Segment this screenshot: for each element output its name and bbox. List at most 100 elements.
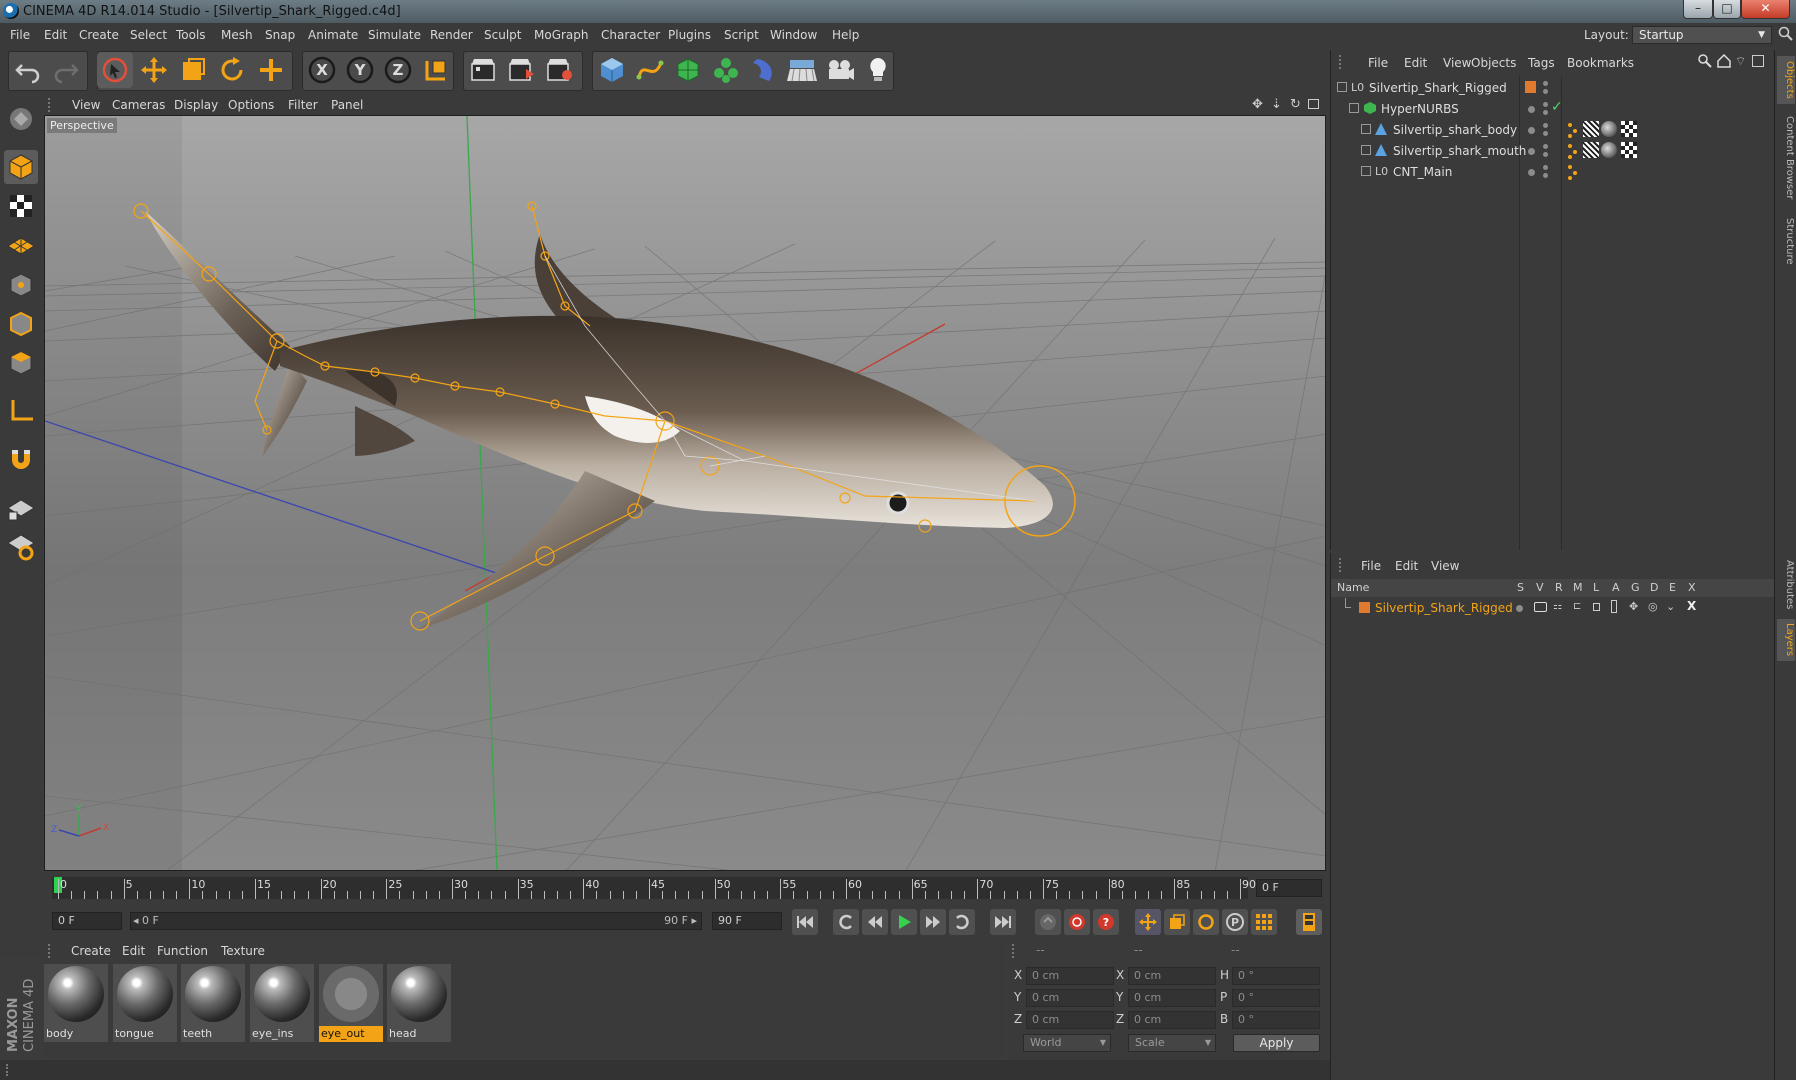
coordinate-mode-dropdown[interactable]: Scale ▼ [1128, 1034, 1216, 1052]
xref-toggle-icon[interactable]: X [1687, 599, 1696, 613]
eye-icon[interactable] [1534, 602, 1547, 612]
rotation-p-field[interactable]: 0 ° [1232, 989, 1320, 1007]
material-menu-function[interactable]: Function [157, 944, 208, 958]
material-menu-create[interactable]: Create [71, 944, 111, 958]
layer-menu-view[interactable]: View [1431, 559, 1459, 573]
current-frame-field[interactable]: 0 F [1256, 879, 1322, 897]
light-icon[interactable] [860, 52, 896, 88]
viewport-dolly-icon[interactable]: ⇣ [1271, 97, 1282, 112]
object-menu-objects[interactable]: Objects [1471, 56, 1516, 70]
menu-file[interactable]: File [10, 28, 30, 42]
layer-menu-edit[interactable]: Edit [1395, 559, 1418, 573]
tab-attributes[interactable]: Attributes [1777, 555, 1795, 615]
add-icon[interactable] [253, 52, 289, 88]
layer-menu-file[interactable]: File [1361, 559, 1381, 573]
minimize-button[interactable]: – [1683, 0, 1713, 19]
size-x-field[interactable]: 0 cm [1128, 967, 1216, 985]
axis-mode-icon[interactable] [4, 394, 38, 428]
close-button[interactable]: ✕ [1741, 0, 1790, 19]
points-mode-icon[interactable] [4, 268, 38, 302]
menu-snap[interactable]: Snap [265, 28, 295, 42]
menu-character[interactable]: Character [601, 28, 660, 42]
edges-mode-icon[interactable] [4, 307, 38, 341]
skin-tag-icon[interactable] [1583, 121, 1599, 137]
weight-tag-icon[interactable] [1567, 122, 1581, 141]
goto-next-key-icon[interactable] [949, 909, 975, 935]
material-swatch[interactable]: tongue [113, 964, 177, 1042]
start-frame-field[interactable]: 0 F [52, 912, 122, 930]
size-y-field[interactable]: 0 cm [1128, 989, 1216, 1007]
menu-window[interactable]: Window [770, 28, 817, 42]
menu-render[interactable]: Render [430, 28, 473, 42]
goto-end-icon[interactable] [990, 909, 1016, 935]
material-swatch[interactable]: head [387, 964, 451, 1042]
position-z-field[interactable]: 0 cm [1026, 1011, 1114, 1029]
material-tag-icon[interactable] [1601, 121, 1617, 137]
weight-tag-icon[interactable] [1567, 164, 1581, 183]
key-rotation-icon[interactable] [1193, 909, 1219, 935]
z-axis-icon[interactable]: Z [380, 52, 416, 88]
nurbs-icon[interactable] [670, 52, 706, 88]
tab-structure[interactable]: Structure [1777, 212, 1795, 270]
viewport-menu-options[interactable]: Options [228, 98, 274, 112]
grip-icon[interactable] [1339, 55, 1347, 69]
maximize-button[interactable]: □ [1713, 0, 1741, 19]
object-menu-edit[interactable]: Edit [1404, 56, 1427, 70]
menu-tools[interactable]: Tools [176, 28, 206, 42]
material-swatch[interactable]: eye_out [319, 964, 383, 1042]
locked-workplane-icon[interactable] [4, 529, 38, 563]
position-y-field[interactable]: 0 cm [1026, 989, 1114, 1007]
object-row[interactable]: Silvertip_shark_body [1331, 120, 1775, 141]
search-icon[interactable] [1698, 54, 1712, 71]
menu-script[interactable]: Script [724, 28, 759, 42]
panel-maximize-icon[interactable] [1752, 55, 1764, 67]
workplane-icon[interactable] [4, 228, 38, 262]
render-toggle-icon[interactable]: ⚏ [1553, 601, 1562, 612]
viewport-menu-filter[interactable]: Filter [288, 98, 318, 112]
deformer-icon[interactable] [746, 52, 782, 88]
layer-row[interactable]: Silvertip_Shark_Rigged ⚏ ⊏ ✥ ◎ ⌄ X [1331, 598, 1775, 618]
tab-objects[interactable]: Objects [1777, 56, 1795, 104]
material-swatch[interactable]: body [44, 964, 108, 1042]
camera-icon[interactable] [822, 52, 858, 88]
undo-icon[interactable] [10, 52, 46, 88]
move-icon[interactable] [136, 52, 172, 88]
end-frame-field[interactable]: 90 F [712, 912, 782, 930]
material-menu-texture[interactable]: Texture [221, 944, 265, 958]
menu-select[interactable]: Select [130, 28, 167, 42]
object-menu-file[interactable]: File [1368, 56, 1388, 70]
viewport-move-icon[interactable]: ✥ [1252, 97, 1263, 112]
redo-icon[interactable] [48, 52, 84, 88]
enabled-check-icon[interactable]: ✓ [1551, 99, 1563, 115]
y-axis-icon[interactable]: Y [342, 52, 378, 88]
menu-plugins[interactable]: Plugins [668, 28, 711, 42]
goto-prev-key-icon[interactable] [833, 909, 859, 935]
viewport-menu-view[interactable]: View [72, 98, 100, 112]
grip-icon[interactable] [48, 944, 56, 958]
menu-help[interactable]: Help [832, 28, 859, 42]
menu-simulate[interactable]: Simulate [368, 28, 421, 42]
render-picture-viewer-icon[interactable] [503, 52, 539, 88]
expand-icon[interactable] [1361, 145, 1371, 155]
menu-mesh[interactable]: Mesh [221, 28, 253, 42]
menu-create[interactable]: Create [79, 28, 119, 42]
animation-toggle-icon[interactable] [1611, 600, 1617, 613]
goto-start-icon[interactable] [792, 909, 818, 935]
timeline-ruler[interactable]: 0 5 10 15 20 25 30 35 40 45 50 55 60 65 70 75 80 85 90 0 F [44, 873, 1326, 903]
viewport-menu-display[interactable]: Display [174, 98, 218, 112]
expand-icon[interactable] [1361, 166, 1371, 176]
viewport-maximize-icon[interactable] [1308, 99, 1319, 109]
material-tag-icon[interactable] [1601, 142, 1617, 158]
object-row[interactable]: L0 Silvertip_Shark_Rigged [1331, 78, 1775, 99]
play-icon[interactable] [891, 909, 917, 935]
scale-icon[interactable] [175, 52, 211, 88]
home-icon[interactable] [1717, 53, 1731, 71]
grip-icon[interactable] [48, 98, 56, 112]
autokey-icon[interactable] [1064, 909, 1090, 935]
collapse-icon[interactable] [1337, 82, 1347, 92]
magnet-icon[interactable] [4, 442, 38, 476]
layout-dropdown[interactable]: Startup ▼ [1632, 26, 1772, 44]
live-select-icon[interactable] [97, 52, 133, 88]
deformer-toggle-icon[interactable]: ◎ [1648, 600, 1658, 613]
collapse-icon[interactable] [1349, 103, 1359, 113]
